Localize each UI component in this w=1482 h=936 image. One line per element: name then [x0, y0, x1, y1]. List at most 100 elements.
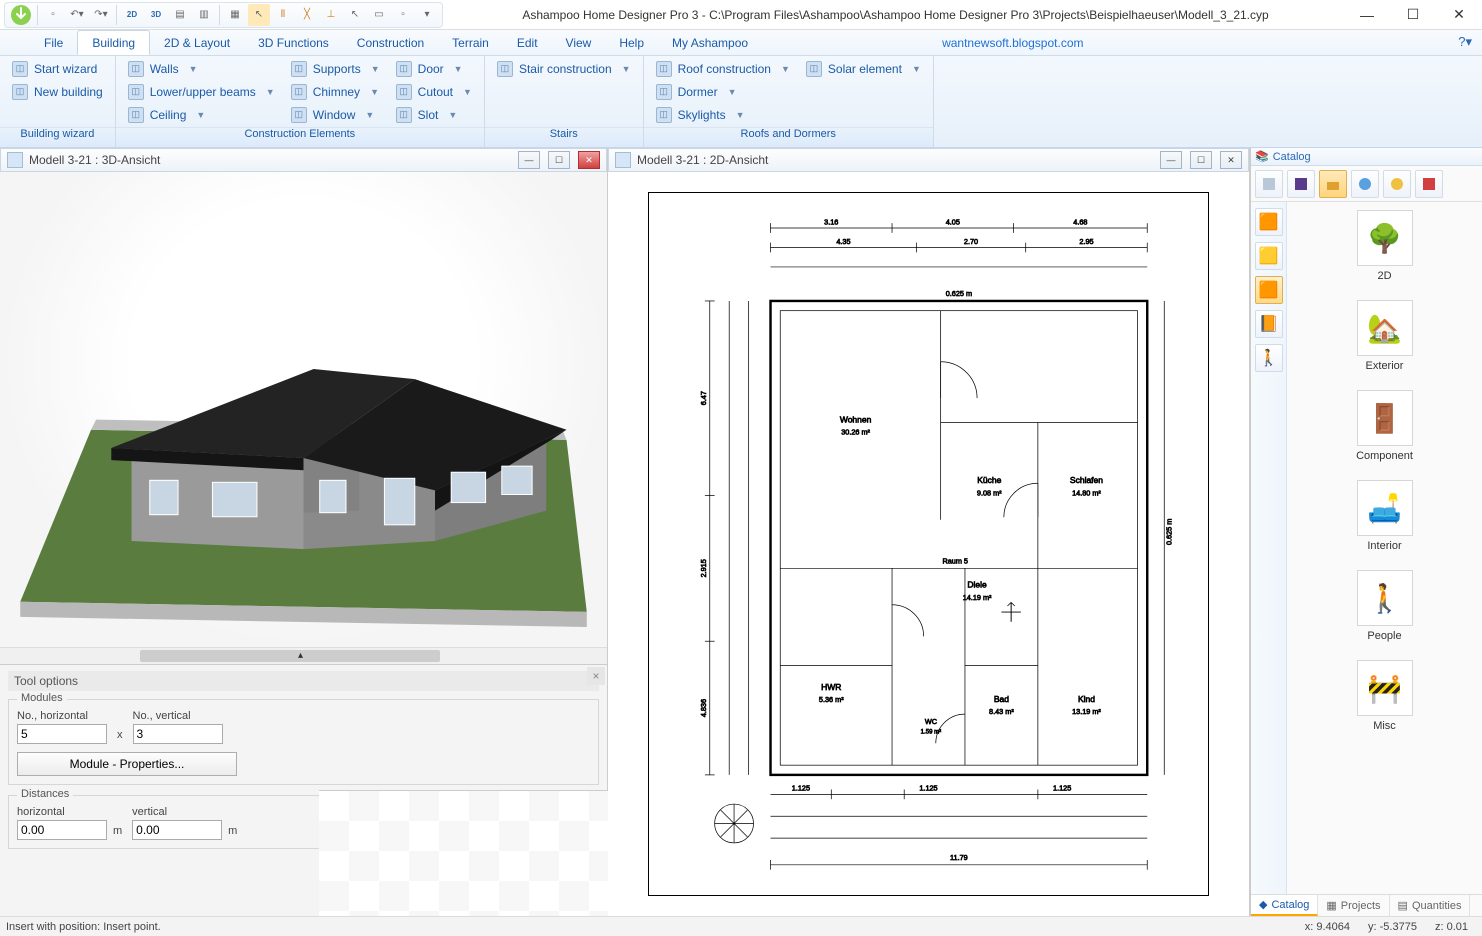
- view2d-max-button[interactable]: ☐: [1190, 151, 1212, 169]
- view3d-min-button[interactable]: —: [518, 151, 540, 169]
- tab-building[interactable]: Building: [77, 30, 150, 55]
- view3d-canvas[interactable]: [0, 172, 607, 647]
- catalog-item-component[interactable]: 🚪Component: [1345, 390, 1425, 462]
- ribbon-stair-construction[interactable]: ◫Stair construction▼: [491, 58, 637, 79]
- plan-sheet: 3.16 4.05 4.68 4.35 2.70 2.95 6.47 2.915…: [648, 192, 1209, 896]
- catalog-item-2d[interactable]: 🌳2D: [1345, 210, 1425, 282]
- ribbon-cutout[interactable]: ◫Cutout▼: [390, 81, 478, 102]
- tool-options-close[interactable]: ×: [587, 667, 605, 685]
- ribbon-new-building[interactable]: ◫New building: [6, 81, 109, 102]
- catalog-item-misc[interactable]: 🚧Misc: [1345, 660, 1425, 732]
- help-icon[interactable]: ?▾: [1458, 34, 1472, 50]
- qat-2d-icon[interactable]: 2D: [121, 4, 143, 26]
- ribbon-supports[interactable]: ◫Supports▼: [285, 58, 386, 79]
- tab-help[interactable]: Help: [605, 30, 658, 55]
- catalog-item-people[interactable]: 🚶People: [1345, 570, 1425, 642]
- ribbon-icon: ◫: [396, 61, 412, 77]
- ribbon-skylights[interactable]: ◫Skylights▼: [650, 104, 796, 125]
- qat-view-icon[interactable]: ▥: [193, 4, 215, 26]
- catalog-list[interactable]: 🌳2D 🏡Exterior 🚪Component 🛋️Interior 🚶People 🚧…: [1287, 202, 1482, 894]
- ribbon-dormer[interactable]: ◫Dormer▼: [650, 81, 796, 102]
- cat-tb-5[interactable]: [1383, 170, 1411, 198]
- tab-2d-layout[interactable]: 2D & Layout: [150, 30, 244, 55]
- ribbon-chimney[interactable]: ◫Chimney▼: [285, 81, 386, 102]
- qat-pointer-icon[interactable]: ↖: [248, 4, 270, 26]
- ribbon-lower-upper-beams[interactable]: ◫Lower/upper beams▼: [122, 81, 281, 102]
- svg-text:11.79: 11.79: [950, 853, 968, 862]
- catalog-tab-projects[interactable]: ▦Projects: [1318, 895, 1389, 916]
- cat-side-1[interactable]: 🟧: [1255, 208, 1283, 236]
- view3d-close-button[interactable]: ✕: [578, 151, 600, 169]
- ribbon-solar-element[interactable]: ◫Solar element▼: [800, 58, 927, 79]
- ribbon-start-wizard[interactable]: ◫Start wizard: [6, 58, 109, 79]
- blog-link[interactable]: wantnewsoft.blogspot.com: [942, 36, 1083, 50]
- maximize-button[interactable]: ☐: [1390, 0, 1436, 30]
- no-horizontal-input[interactable]: [17, 724, 107, 744]
- view3d-titlebar[interactable]: Modell 3-21 : 3D-Ansicht — ☐ ✕: [0, 148, 607, 172]
- tab-construction[interactable]: Construction: [343, 30, 438, 55]
- cat-side-5[interactable]: 🚶: [1255, 344, 1283, 372]
- qat-snap1-icon[interactable]: ⦀: [272, 4, 294, 26]
- catalog-item-exterior[interactable]: 🏡Exterior: [1345, 300, 1425, 372]
- ribbon-group-title: Roofs and Dormers: [644, 127, 933, 147]
- catalog-tab-quantities[interactable]: ▤Quantities: [1390, 895, 1471, 916]
- svg-text:1.125: 1.125: [919, 784, 937, 793]
- ribbon-window[interactable]: ◫Window▼: [285, 104, 386, 125]
- svg-text:1.125: 1.125: [792, 784, 810, 793]
- cat-tb-6[interactable]: [1415, 170, 1443, 198]
- view2d-close-button[interactable]: ✕: [1220, 151, 1242, 169]
- tab-terrain[interactable]: Terrain: [438, 30, 503, 55]
- view2d-canvas[interactable]: 3.16 4.05 4.68 4.35 2.70 2.95 6.47 2.915…: [608, 172, 1249, 916]
- module-properties-button[interactable]: Module - Properties...: [17, 752, 237, 776]
- no-vertical-input[interactable]: [133, 724, 223, 744]
- ribbon-door[interactable]: ◫Door▼: [390, 58, 478, 79]
- tab-my-ashampoo[interactable]: My Ashampoo: [658, 30, 762, 55]
- qat-snap3-icon[interactable]: ⊥: [320, 4, 342, 26]
- tab-3d-functions[interactable]: 3D Functions: [244, 30, 343, 55]
- tab-file[interactable]: File: [30, 30, 77, 55]
- ribbon-roof-construction[interactable]: ◫Roof construction▼: [650, 58, 796, 79]
- svg-text:Küche: Küche: [977, 475, 1001, 485]
- ribbon-walls[interactable]: ◫Walls▼: [122, 58, 281, 79]
- cat-tb-1[interactable]: [1255, 170, 1283, 198]
- tab-edit[interactable]: Edit: [503, 30, 552, 55]
- center-pane: Modell 3-21 : 2D-Ansicht — ☐ ✕ 3.16 4.05…: [608, 148, 1250, 916]
- qat-grid-icon[interactable]: ▦: [224, 4, 246, 26]
- view3d-hscroll[interactable]: ▴: [0, 647, 607, 664]
- cat-tb-4[interactable]: [1351, 170, 1379, 198]
- catalog-tab-catalog[interactable]: ◆Catalog: [1251, 895, 1318, 916]
- qat-drop-icon[interactable]: ▾: [416, 4, 438, 26]
- minimize-button[interactable]: —: [1344, 0, 1390, 30]
- cat-side-3[interactable]: 🟧: [1255, 276, 1283, 304]
- ribbon-slot[interactable]: ◫Slot▼: [390, 104, 478, 125]
- ribbon-ceiling[interactable]: ◫Ceiling▼: [122, 104, 281, 125]
- view3d-max-button[interactable]: ☐: [548, 151, 570, 169]
- view2d-min-button[interactable]: —: [1160, 151, 1182, 169]
- qat-redo-icon[interactable]: ↷▾: [90, 4, 112, 26]
- catalog-header[interactable]: 📚 Catalog: [1251, 148, 1482, 166]
- qat-tool-icon[interactable]: ▫: [392, 4, 414, 26]
- hscroll-thumb[interactable]: [140, 650, 440, 662]
- view2d-titlebar[interactable]: Modell 3-21 : 2D-Ansicht — ☐ ✕: [608, 148, 1249, 172]
- qat-section-icon[interactable]: ▤: [169, 4, 191, 26]
- qat-layer-icon[interactable]: ▭: [368, 4, 390, 26]
- cat-tb-3[interactable]: [1319, 170, 1347, 198]
- qat-new-icon[interactable]: ▫: [42, 4, 64, 26]
- dist-h-input[interactable]: [17, 820, 107, 840]
- qat-undo-icon[interactable]: ↶▾: [66, 4, 88, 26]
- svg-text:HWR: HWR: [821, 682, 841, 692]
- cat-tb-2[interactable]: [1287, 170, 1315, 198]
- qat-3d-icon[interactable]: 3D: [145, 4, 167, 26]
- qat-cursor-icon[interactable]: ↖: [344, 4, 366, 26]
- dist-v-input[interactable]: [132, 820, 222, 840]
- close-button[interactable]: ✕: [1436, 0, 1482, 30]
- catalog-item-interior[interactable]: 🛋️Interior: [1345, 480, 1425, 552]
- tab-view[interactable]: View: [552, 30, 606, 55]
- cat-side-2[interactable]: 🟨: [1255, 242, 1283, 270]
- coord-x: 9.4064: [1316, 921, 1350, 933]
- catalog-thumb: 🏡: [1357, 300, 1413, 356]
- qat-snap2-icon[interactable]: ╳: [296, 4, 318, 26]
- ribbon-icon: ◫: [291, 84, 307, 100]
- cat-side-4[interactable]: 📙: [1255, 310, 1283, 338]
- svg-text:6.47: 6.47: [699, 391, 708, 405]
